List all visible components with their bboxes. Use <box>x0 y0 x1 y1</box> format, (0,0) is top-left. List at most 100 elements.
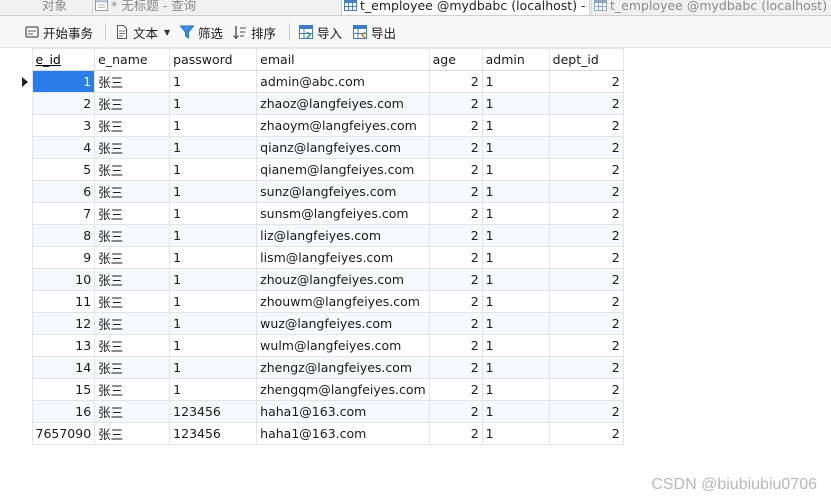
cell-password[interactable]: 123456 <box>169 400 258 423</box>
cell-admin[interactable]: 1 <box>481 202 550 225</box>
row-selector[interactable] <box>18 312 33 335</box>
cell-e-id[interactable]: 11 <box>31 290 96 313</box>
row-selector[interactable] <box>18 290 33 313</box>
cell-admin[interactable]: 1 <box>481 92 550 115</box>
row-selector[interactable] <box>18 114 33 137</box>
column-header-email[interactable]: email <box>256 48 430 71</box>
cell-e-name[interactable]: 张三 <box>94 246 171 269</box>
import-button[interactable]: 导入 <box>298 16 342 48</box>
cell-e-name[interactable]: 张三 <box>94 312 171 335</box>
cell-e-name[interactable]: 张三 <box>94 92 171 115</box>
cell-e-name[interactable]: 张三 <box>94 378 171 401</box>
cell-age[interactable]: 2 <box>428 290 483 313</box>
column-header-password[interactable]: password <box>169 48 258 71</box>
sort-button[interactable]: 排序 <box>232 16 276 48</box>
row-selector[interactable] <box>18 400 33 423</box>
cell-password[interactable]: 1 <box>169 158 258 181</box>
cell-admin[interactable]: 1 <box>481 268 550 291</box>
table-row[interactable]: 2 张三 1 zhaoz@langfeiyes.com 2 1 2 <box>18 92 624 115</box>
cell-admin[interactable]: 1 <box>481 246 550 269</box>
cell-dept-id[interactable]: 2 <box>548 180 624 203</box>
chevron-down-icon[interactable]: ▼ <box>164 28 170 37</box>
cell-e-name[interactable]: 张三 <box>94 70 171 93</box>
cell-password[interactable]: 1 <box>169 246 258 269</box>
row-selector[interactable] <box>18 92 33 115</box>
cell-e-id[interactable]: 7 <box>31 202 96 225</box>
cell-age[interactable]: 2 <box>428 400 483 423</box>
cell-dept-id[interactable]: 2 <box>548 400 624 423</box>
cell-email[interactable]: sunsm@langfeiyes.com <box>256 202 430 225</box>
cell-password[interactable]: 1 <box>169 202 258 225</box>
cell-e-name[interactable]: 张三 <box>94 136 171 159</box>
cell-email[interactable]: wuz@langfeiyes.com <box>256 312 430 335</box>
row-selector[interactable] <box>18 356 33 379</box>
cell-dept-id[interactable]: 2 <box>548 422 624 445</box>
cell-password[interactable]: 1 <box>169 334 258 357</box>
row-selector[interactable] <box>18 422 33 445</box>
cell-admin[interactable]: 1 <box>481 422 550 445</box>
cell-email[interactable]: haha1@163.com <box>256 400 430 423</box>
cell-admin[interactable]: 1 <box>481 114 550 137</box>
column-header-dept-id[interactable]: dept_id <box>548 48 624 71</box>
table-row[interactable]: 8 张三 1 liz@langfeiyes.com 2 1 2 <box>18 224 624 247</box>
cell-dept-id[interactable]: 2 <box>548 268 624 291</box>
cell-e-name[interactable]: 张三 <box>94 290 171 313</box>
cell-password[interactable]: 1 <box>169 70 258 93</box>
table-row[interactable]: 15 张三 1 zhengqm@langfeiyes.com 2 1 2 <box>18 378 624 401</box>
cell-age[interactable]: 2 <box>428 268 483 291</box>
cell-admin[interactable]: 1 <box>481 290 550 313</box>
table-row[interactable]: 9 张三 1 lism@langfeiyes.com 2 1 2 <box>18 246 624 269</box>
cell-password[interactable]: 1 <box>169 268 258 291</box>
cell-admin[interactable]: 1 <box>481 400 550 423</box>
text-view-button[interactable]: 文本 ▼ <box>114 16 170 48</box>
cell-age[interactable]: 2 <box>428 378 483 401</box>
cell-dept-id[interactable]: 2 <box>548 114 624 137</box>
cell-e-id[interactable]: 13 <box>31 334 96 357</box>
table-row[interactable]: 10 张三 1 zhouz@langfeiyes.com 2 1 2 <box>18 268 624 291</box>
cell-email[interactable]: qianz@langfeiyes.com <box>256 136 430 159</box>
cell-email[interactable]: sunz@langfeiyes.com <box>256 180 430 203</box>
cell-e-id[interactable]: 10 <box>31 268 96 291</box>
cell-age[interactable]: 2 <box>428 180 483 203</box>
cell-password[interactable]: 1 <box>169 378 258 401</box>
cell-e-id[interactable]: 7657090 <box>31 422 96 445</box>
cell-age[interactable]: 2 <box>428 334 483 357</box>
cell-email[interactable]: zhouwm@langfeiyes.com <box>256 290 430 313</box>
cell-e-id[interactable]: 6 <box>31 180 96 203</box>
cell-email[interactable]: lism@langfeiyes.com <box>256 246 430 269</box>
cell-e-id[interactable]: 3 <box>31 114 96 137</box>
cell-age[interactable]: 2 <box>428 136 483 159</box>
cell-e-id[interactable]: 8 <box>31 224 96 247</box>
cell-admin[interactable]: 1 <box>481 312 550 335</box>
row-selector-header[interactable] <box>18 48 33 71</box>
table-row[interactable]: 4 张三 1 qianz@langfeiyes.com 2 1 2 <box>18 136 624 159</box>
cell-dept-id[interactable]: 2 <box>548 312 624 335</box>
cell-age[interactable]: 2 <box>428 202 483 225</box>
cell-age[interactable]: 2 <box>428 114 483 137</box>
row-selector[interactable] <box>18 268 33 291</box>
cell-dept-id[interactable]: 2 <box>548 92 624 115</box>
cell-e-id[interactable]: 14 <box>31 356 96 379</box>
table-row[interactable]: 1 张三 1 admin@abc.com 2 1 2 <box>18 70 624 93</box>
table-row[interactable]: 6 张三 1 sunz@langfeiyes.com 2 1 2 <box>18 180 624 203</box>
cell-dept-id[interactable]: 2 <box>548 158 624 181</box>
cell-admin[interactable]: 1 <box>481 334 550 357</box>
table-row[interactable]: 7657090 张三 123456 haha1@163.com 2 1 2 <box>18 422 624 445</box>
cell-email[interactable]: zhaoz@langfeiyes.com <box>256 92 430 115</box>
cell-e-id[interactable]: 5 <box>31 158 96 181</box>
cell-password[interactable]: 1 <box>169 180 258 203</box>
cell-email[interactable]: admin@abc.com <box>256 70 430 93</box>
cell-dept-id[interactable]: 2 <box>548 136 624 159</box>
cell-e-name[interactable]: 张三 <box>94 422 171 445</box>
cell-password[interactable]: 1 <box>169 136 258 159</box>
cell-age[interactable]: 2 <box>428 158 483 181</box>
row-selector[interactable] <box>18 224 33 247</box>
cell-e-name[interactable]: 张三 <box>94 268 171 291</box>
column-header-e-name[interactable]: e_name <box>94 48 171 71</box>
cell-dept-id[interactable]: 2 <box>548 356 624 379</box>
cell-password[interactable]: 1 <box>169 312 258 335</box>
begin-transaction-button[interactable]: 开始事务 <box>24 16 93 48</box>
cell-email[interactable]: zhaoym@langfeiyes.com <box>256 114 430 137</box>
cell-e-name[interactable]: 张三 <box>94 334 171 357</box>
cell-dept-id[interactable]: 2 <box>548 246 624 269</box>
